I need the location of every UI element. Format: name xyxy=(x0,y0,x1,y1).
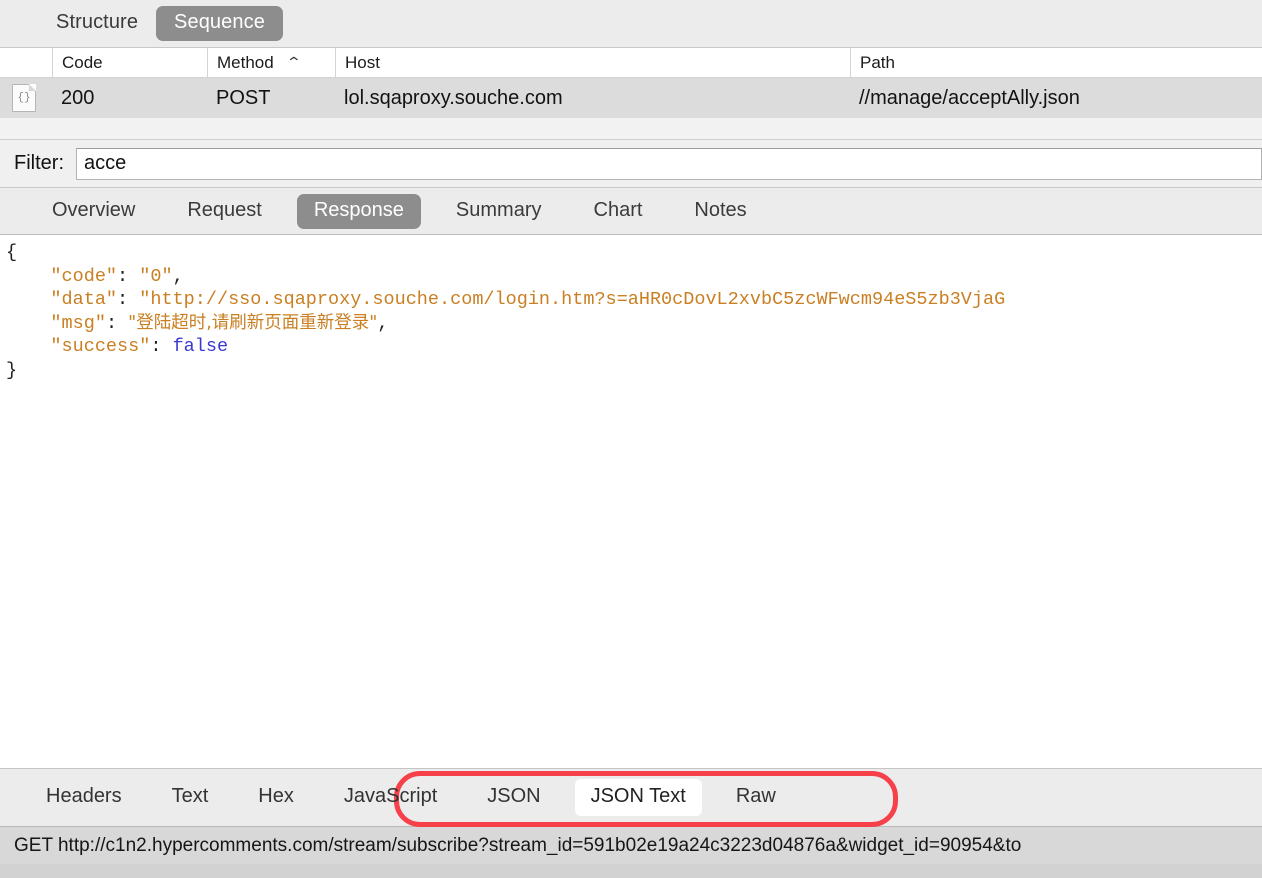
tab-overview[interactable]: Overview xyxy=(35,194,152,229)
filter-label: Filter: xyxy=(14,152,64,174)
tab-response[interactable]: Response xyxy=(296,193,421,229)
column-header-host-label: Host xyxy=(345,52,380,72)
background-blur-text-3 xyxy=(470,867,474,878)
toggle-sequence[interactable]: Sequence xyxy=(156,6,283,41)
format-tab-javascript[interactable]: JavaScript xyxy=(328,779,453,816)
view-mode-toolbar: Structure Sequence xyxy=(0,0,1262,48)
format-tab-hex[interactable]: Hex xyxy=(242,779,310,816)
column-header-path[interactable]: Path xyxy=(850,47,1262,78)
format-tab-json[interactable]: JSON xyxy=(471,779,556,816)
json-token: : xyxy=(117,265,140,287)
filter-input[interactable] xyxy=(76,147,1262,180)
tab-chart[interactable]: Chart xyxy=(577,194,660,229)
json-token: "http://sso.sqaproxy.souche.com/login.ht… xyxy=(139,289,1006,310)
response-format-tab-bar: Headers Text Hex JavaScript JSON JSON Te… xyxy=(0,768,1262,827)
column-header-code[interactable]: Code xyxy=(52,47,207,78)
row-cell-host: lol.sqaproxy.souche.com xyxy=(344,86,563,109)
filter-bar: Filter: xyxy=(0,140,1262,188)
format-tab-text[interactable]: Text xyxy=(156,779,225,816)
json-token: { xyxy=(6,242,18,263)
json-document-icon-glyph: {} xyxy=(17,92,31,104)
sort-ascending-icon: ⌃ xyxy=(285,53,302,70)
response-body-viewer[interactable]: { "code": "0", "data": "http://sso.sqapr… xyxy=(0,235,1262,768)
json-token: : xyxy=(150,336,173,357)
status-bar-text: GET http://c1n2.hypercomments.com/stream… xyxy=(14,834,1022,856)
tab-summary[interactable]: Summary xyxy=(439,194,559,229)
tab-request[interactable]: Request xyxy=(170,194,279,229)
row-cell-method: POST xyxy=(216,86,271,109)
json-token: : xyxy=(105,312,129,334)
tab-notes[interactable]: Notes xyxy=(677,194,763,229)
background-window-sliver xyxy=(0,864,1262,878)
json-token: , xyxy=(377,312,389,334)
row-cell-path: //manage/acceptAlly.json xyxy=(859,86,1080,109)
json-token: "code" xyxy=(50,265,118,287)
table-empty-area xyxy=(0,118,1262,140)
session-table-header: Code Method ⌃ Host Path xyxy=(0,47,1262,78)
json-token: : xyxy=(117,289,140,310)
format-tab-headers[interactable]: Headers xyxy=(30,779,138,816)
background-blur-text-1 xyxy=(120,867,124,878)
json-token: "data" xyxy=(50,289,118,310)
column-header-method-label: Method xyxy=(217,52,274,72)
charles-proxy-window: Structure Sequence Code Method ⌃ Host Pa… xyxy=(0,0,1262,878)
table-row[interactable]: {} 200 POST lol.sqaproxy.souche.com //ma… xyxy=(0,78,1262,118)
status-bar: GET http://c1n2.hypercomments.com/stream… xyxy=(0,826,1262,864)
format-tab-raw[interactable]: Raw xyxy=(720,779,792,816)
json-document-icon: {} xyxy=(12,84,36,112)
column-header-method[interactable]: Method ⌃ xyxy=(207,47,335,78)
json-token: , xyxy=(172,265,184,287)
column-header-host[interactable]: Host xyxy=(335,47,850,78)
row-cell-code: 200 xyxy=(61,86,95,109)
json-token: } xyxy=(6,359,18,381)
column-header-code-label: Code xyxy=(62,52,103,72)
format-tab-json-text[interactable]: JSON Text xyxy=(574,779,702,816)
column-header-path-label: Path xyxy=(860,52,895,72)
json-token: "登陆超时,请刷新页面重新登录" xyxy=(128,312,378,333)
toggle-structure[interactable]: Structure xyxy=(38,6,156,41)
json-token: "success" xyxy=(50,336,151,357)
json-token: "0" xyxy=(139,265,173,287)
json-text-content: { "code": "0", "data": "http://sso.sqapr… xyxy=(6,241,1262,382)
json-token: "msg" xyxy=(50,312,106,334)
background-blur-text-2 xyxy=(300,867,304,878)
column-header-icon[interactable] xyxy=(0,48,52,78)
json-token: false xyxy=(172,336,229,357)
row-icon-cell: {} xyxy=(0,78,52,118)
detail-tab-bar: Overview Request Response Summary Chart … xyxy=(0,188,1262,235)
